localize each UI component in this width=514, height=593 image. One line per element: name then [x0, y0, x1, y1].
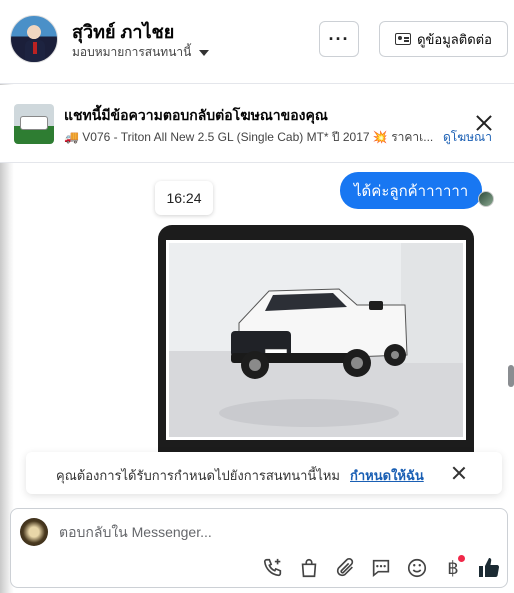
contact-card-icon [395, 33, 412, 45]
assign-label: มอบหมายการสนทนานี้ [72, 45, 192, 59]
assign-reminder: คุณต้องการได้รับการกำหนดไปยังการสนทนานี้… [26, 452, 502, 494]
shopping-bag-icon[interactable] [295, 555, 323, 581]
scrollbar-thumb[interactable] [508, 365, 514, 387]
paperclip-icon[interactable] [331, 555, 359, 581]
chat-bubble-icon[interactable] [367, 555, 395, 581]
seen-avatar [478, 191, 494, 207]
banner-title: แชทนี้มีข้อความตอบกลับต่อโฆษณาของคุณ [64, 107, 328, 123]
close-icon[interactable] [452, 466, 466, 480]
more-label: ··· [328, 28, 350, 49]
assign-dropdown[interactable]: มอบหมายการสนทนานี้ [72, 43, 210, 62]
ad-thumbnail[interactable] [14, 104, 54, 144]
smiley-icon[interactable] [403, 555, 431, 581]
pickup-truck-photo [169, 243, 463, 437]
thumbs-up-icon[interactable] [475, 555, 503, 581]
outgoing-message-bubble[interactable]: ได้ค่ะลูกค้าาาาาา [340, 172, 483, 209]
caret-down-icon [199, 49, 210, 56]
composer-toolbar: ฿ [259, 555, 503, 581]
contact-avatar[interactable] [10, 15, 58, 63]
image-message[interactable] [158, 225, 474, 455]
message-composer: ฿ [10, 508, 508, 588]
timestamp-chip: 16:24 [155, 181, 213, 215]
more-options-button[interactable]: ··· [319, 21, 359, 57]
baht-icon[interactable]: ฿ [439, 555, 467, 581]
reply-input[interactable] [59, 521, 479, 543]
reminder-text: คุณต้องการได้รับการกำหนดไปยังการสนทนานี้… [56, 468, 340, 483]
banner-description: 🚚 V076 - Triton All New 2.5 GL (Single C… [64, 130, 434, 144]
ad-reply-banner: แชทนี้มีข้อความตอบกลับต่อโฆษณาของคุณ 🚚 V… [0, 85, 514, 163]
page-avatar [20, 518, 48, 546]
assign-to-me-link[interactable]: กำหนดให้ฉัน [350, 465, 424, 486]
conversation-header: สุวิทย์ ภาไชย มอบหมายการสนทนานี้ ··· ดูข… [0, 0, 514, 84]
contact-name: สุวิทย์ ภาไชย [72, 22, 175, 42]
view-contact-label: ดูข้อมูลติดต่อ [417, 31, 492, 47]
phone-add-icon[interactable] [259, 555, 287, 581]
view-contact-button[interactable]: ดูข้อมูลติดต่อ [379, 21, 508, 57]
close-icon[interactable] [474, 113, 494, 133]
notification-dot [458, 555, 465, 562]
